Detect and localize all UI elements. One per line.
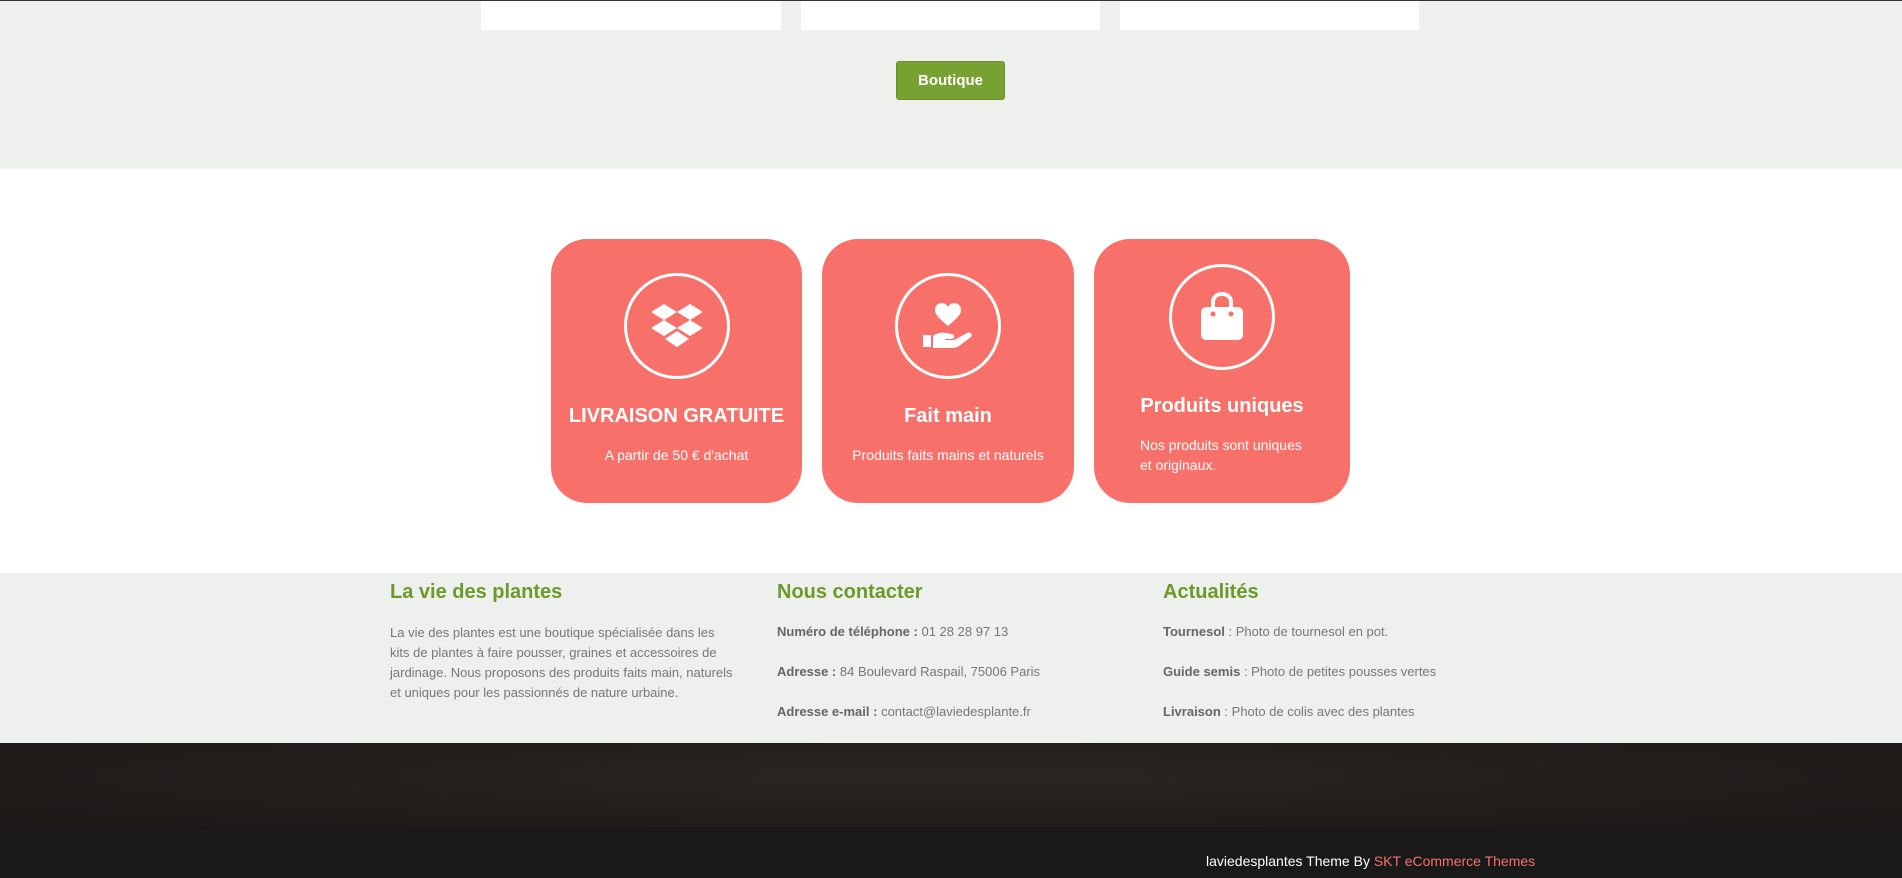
footer-widgets: La vie des plantes La vie des plantes es… [0,573,1902,743]
news-item[interactable]: Tournesol : Photo de tournesol en pot. [1163,624,1388,639]
product-card[interactable] [801,1,1100,30]
theme-author-link[interactable]: SKT eCommerce Themes [1374,853,1535,869]
contact-phone-label: Numéro de téléphone : [777,624,918,639]
feature-card-handmade: Fait main Produits faits mains et nature… [822,239,1074,503]
feature-title: Fait main [904,405,992,427]
features-section: LIVRAISON GRATUITE A partir de 50 € d'ac… [0,169,1902,573]
contact-phone-value[interactable]: 01 28 28 97 13 [921,624,1008,639]
footer-about-title: La vie des plantes [390,581,563,603]
feature-card-free-delivery: LIVRAISON GRATUITE A partir de 50 € d'ac… [551,239,802,503]
news-item[interactable]: Guide semis : Photo de petites pousses v… [1163,664,1436,679]
feature-card-unique-products: Produits uniques Nos produits sont uniqu… [1094,239,1350,503]
feature-text: Produits faits mains et naturels [852,447,1044,463]
news-item-text: : Photo de colis avec des plantes [1224,704,1415,719]
contact-address-label: Adresse : [777,664,837,679]
shop-section: Boutique [0,0,1902,169]
copyright-bar: laviedesplantes Theme By SKT eCommerce T… [0,827,1902,878]
news-item-label: Guide semis [1163,664,1241,679]
contact-address: Adresse : 84 Boulevard Raspail, 75006 Pa… [777,664,1040,679]
footer-background-image [0,743,1902,827]
feature-text: A partir de 50 € d'achat [604,447,749,463]
contact-phone: Numéro de téléphone : 01 28 28 97 13 [777,624,1008,639]
news-item-label: Livraison [1163,704,1221,719]
contact-email: Adresse e-mail : contact@laviedesplante.… [777,704,1031,719]
shopping-bag-icon [1169,264,1275,370]
boutique-button[interactable]: Boutique [896,61,1005,100]
feature-text: Nos produits sont uniques et originaux. [1140,437,1302,473]
product-card[interactable] [481,1,781,30]
contact-email-label: Adresse e-mail : [777,704,878,719]
dropbox-icon [624,273,730,379]
news-item-text: : Photo de petites pousses vertes [1243,664,1437,679]
theme-credit: laviedesplantes Theme By SKT eCommerce T… [1206,853,1535,869]
news-item-text: : Photo de tournesol en pot. [1228,624,1389,639]
news-item-label: Tournesol [1163,624,1225,639]
news-item[interactable]: Livraison : Photo de colis avec des plan… [1163,704,1414,719]
credit-text: laviedesplantes Theme By [1206,853,1370,869]
product-card[interactable] [1120,1,1419,30]
feature-title: LIVRAISON GRATUITE [568,405,785,427]
contact-address-value: 84 Boulevard Raspail, 75006 Paris [839,664,1041,679]
footer-contact-title: Nous contacter [777,581,923,603]
contact-email-value[interactable]: contact@laviedesplante.fr [881,704,1031,719]
heart-hand-icon [895,273,1001,379]
footer-news-title: Actualités [1163,581,1259,603]
footer-about-text: La vie des plantes est une boutique spéc… [390,625,733,700]
feature-title: Produits uniques [1140,395,1304,417]
